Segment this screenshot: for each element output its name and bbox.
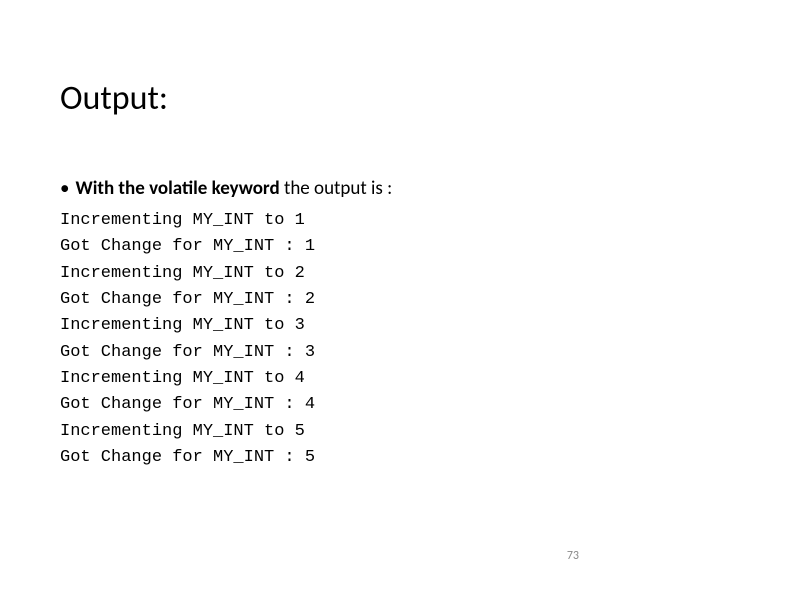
bullet-icon: •	[60, 177, 69, 200]
output-line: Got Change for MY_INT : 5	[60, 445, 734, 471]
output-line: Got Change for MY_INT : 2	[60, 287, 734, 313]
bullet-item: • With the volatile keyword the output is…	[60, 177, 734, 200]
output-line: Got Change for MY_INT : 3	[60, 340, 734, 366]
output-line: Incrementing MY_INT to 4	[60, 366, 734, 392]
output-line: Got Change for MY_INT : 1	[60, 234, 734, 260]
code-output-block: Incrementing MY_INT to 1 Got Change for …	[60, 208, 734, 471]
slide-title: Output:	[60, 78, 734, 119]
slide: Output: • With the volatile keyword the o…	[0, 0, 794, 595]
output-line: Incrementing MY_INT to 3	[60, 313, 734, 339]
output-line: Incrementing MY_INT to 1	[60, 208, 734, 234]
bullet-bold-text: With the volatile keyword	[75, 177, 279, 200]
page-number: 73	[567, 549, 579, 563]
bullet-rest-text: the output is :	[280, 177, 393, 200]
output-line: Incrementing MY_INT to 2	[60, 261, 734, 287]
output-line: Got Change for MY_INT : 4	[60, 392, 734, 418]
output-line: Incrementing MY_INT to 5	[60, 419, 734, 445]
